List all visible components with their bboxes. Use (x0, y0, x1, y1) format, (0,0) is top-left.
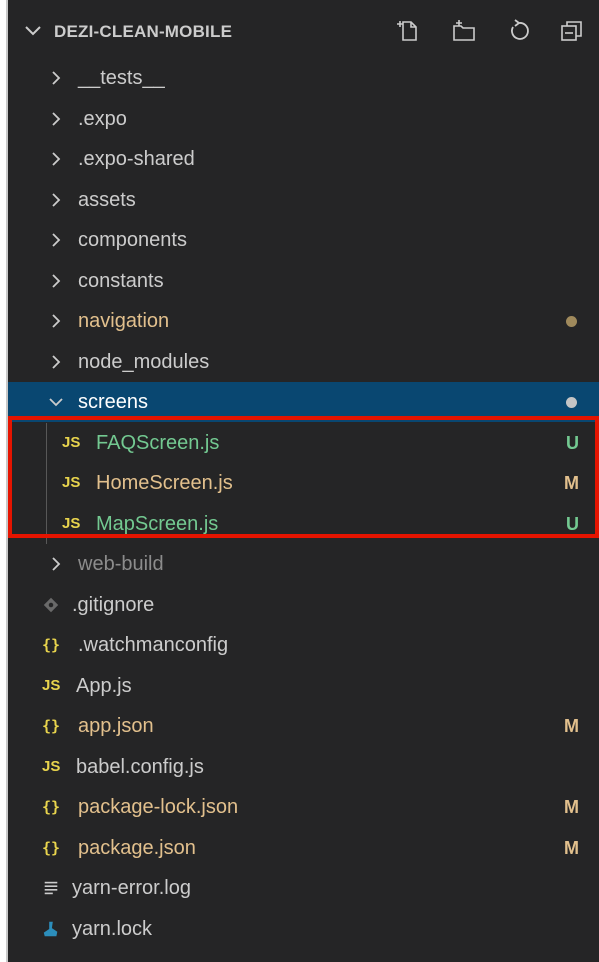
folder-row[interactable]: assets (8, 180, 599, 220)
modified-badge: M (564, 716, 579, 736)
item-label: .gitignore (72, 593, 155, 616)
status-dot (566, 397, 577, 408)
chevron-right-icon[interactable] (46, 311, 66, 331)
file-row[interactable]: {} package.json M (8, 828, 599, 868)
file-row[interactable]: JS HomeScreen.js M (8, 463, 599, 503)
file-row[interactable]: yarn-error.log (8, 868, 599, 908)
folder-row[interactable]: components (8, 220, 599, 260)
item-label: .expo (78, 107, 127, 130)
file-row[interactable]: JS App.js (8, 666, 599, 706)
file-row[interactable]: {} .watchmanconfig (8, 625, 599, 665)
collapse-all-icon[interactable] (559, 18, 585, 44)
log-file-icon (42, 879, 70, 901)
modified-badge: M (564, 797, 579, 817)
json-file-icon: {} (42, 798, 61, 816)
chevron-right-icon[interactable] (46, 68, 66, 88)
item-label: MapScreen.js (96, 512, 219, 535)
chevron-right-icon[interactable] (46, 271, 66, 291)
item-label: yarn-error.log (72, 877, 191, 899)
json-file-icon: {} (42, 636, 61, 654)
item-label: package.json (78, 836, 196, 859)
file-row[interactable]: yarn.lock (8, 909, 599, 949)
chevron-right-icon[interactable] (46, 554, 66, 574)
folder-row[interactable]: __tests__ (8, 58, 599, 98)
modified-badge: M (564, 837, 579, 858)
folder-row[interactable]: web-build (8, 544, 599, 584)
item-label: navigation (78, 310, 170, 332)
json-file-icon: {} (42, 717, 61, 735)
item-label: App.js (76, 674, 132, 697)
file-row[interactable]: .gitignore (8, 585, 599, 625)
json-file-icon: {} (42, 838, 61, 857)
untracked-badge: U (566, 513, 579, 534)
file-row[interactable]: JS FAQScreen.js U (8, 423, 599, 463)
item-label: screens (78, 391, 149, 413)
folder-row[interactable]: constants (8, 261, 599, 301)
item-label: .watchmanconfig (78, 634, 229, 656)
untracked-badge: U (566, 432, 579, 453)
folder-row[interactable]: node_modules (8, 342, 599, 382)
folder-row[interactable]: navigation (8, 301, 599, 341)
file-row[interactable]: {} package-lock.json M (8, 787, 599, 827)
new-file-icon[interactable] (396, 18, 422, 44)
item-label: HomeScreen.js (96, 472, 233, 494)
item-label: app.json (78, 715, 154, 737)
new-folder-icon[interactable] (451, 18, 477, 44)
item-label: .expo-shared (78, 148, 195, 170)
git-file-icon (42, 596, 70, 618)
item-label: constants (78, 269, 164, 292)
chevron-down-icon[interactable] (46, 392, 66, 412)
item-label: yarn.lock (72, 917, 153, 940)
js-file-icon: JS (62, 514, 81, 532)
folder-row[interactable]: .expo (8, 99, 599, 139)
chevron-right-icon[interactable] (46, 109, 66, 129)
item-label: package-lock.json (78, 796, 239, 818)
file-row[interactable]: JS babel.config.js (8, 747, 599, 787)
chevron-down-icon[interactable] (22, 20, 44, 42)
chevron-right-icon[interactable] (46, 190, 66, 210)
js-file-icon: JS (42, 757, 61, 775)
item-label: __tests__ (78, 67, 165, 89)
item-label: node_modules (78, 350, 210, 373)
yarn-file-icon (42, 920, 70, 942)
item-label: babel.config.js (76, 755, 204, 778)
folder-row[interactable]: .expo-shared (8, 139, 599, 179)
explorer-panel: DEZI-CLEAN-MOBILE __tests__ .expo .expo-sh… (6, 0, 599, 962)
indent-guide (46, 422, 47, 544)
folder-row[interactable]: screens (8, 382, 599, 422)
modified-badge: M (564, 473, 579, 493)
chevron-right-icon[interactable] (46, 352, 66, 372)
file-row[interactable]: {} app.json M (8, 706, 599, 746)
refresh-icon[interactable] (506, 18, 532, 44)
js-file-icon: JS (42, 676, 61, 694)
explorer-title[interactable]: DEZI-CLEAN-MOBILE (54, 22, 232, 42)
js-file-icon: JS (62, 433, 81, 451)
item-label: web-build (78, 553, 164, 575)
explorer-header: DEZI-CLEAN-MOBILE (8, 0, 599, 58)
item-label: FAQScreen.js (96, 431, 220, 454)
item-label: assets (78, 188, 136, 211)
js-file-icon: JS (62, 474, 81, 491)
chevron-right-icon[interactable] (46, 230, 66, 250)
item-label: components (78, 229, 187, 251)
status-dot (566, 316, 577, 327)
chevron-right-icon[interactable] (46, 149, 66, 169)
file-row[interactable]: JS MapScreen.js U (8, 504, 599, 544)
